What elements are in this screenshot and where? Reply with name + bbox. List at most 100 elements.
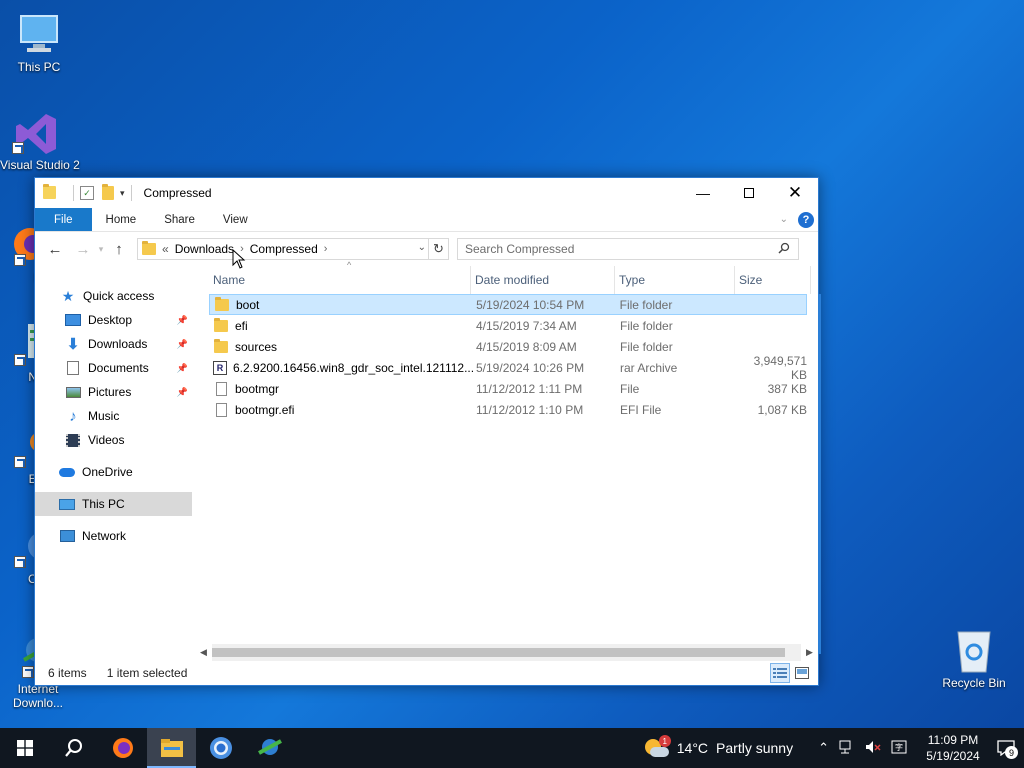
taskbar-idm[interactable]	[245, 728, 294, 768]
start-button[interactable]	[0, 728, 49, 768]
details-view-icon[interactable]	[770, 663, 790, 683]
nav-downloads[interactable]: ⬇ Downloads 📌	[35, 332, 192, 356]
pin-icon[interactable]: 📌	[177, 315, 188, 326]
breadcrumb-compressed[interactable]: Compressed	[250, 242, 318, 256]
documents-icon	[65, 361, 81, 375]
desktop-icon-label: This PC	[17, 60, 61, 74]
file-size: 3,949,571 KB	[753, 353, 807, 382]
shortcut-arrow-icon	[14, 556, 26, 568]
pictures-icon	[65, 385, 81, 399]
chrome-icon	[209, 737, 232, 759]
file-row[interactable]: R 6.2.9200.16456.win8_gdr_soc_intel.12111…	[209, 354, 818, 382]
desktop-icon-label: Recycle Bin	[942, 676, 1006, 690]
pin-icon[interactable]: 📌	[177, 363, 188, 374]
breadcrumb-downloads[interactable]: Downloads	[175, 242, 234, 256]
nav-quick-access[interactable]: ★ Quick access	[35, 284, 192, 308]
computer-icon	[59, 497, 75, 511]
notification-center-button[interactable]: 9	[988, 728, 1024, 768]
large-icons-view-icon[interactable]	[792, 663, 812, 683]
input-method-icon[interactable]: 字	[891, 740, 907, 757]
desktop-icon-label: Internet Downlo...	[12, 682, 64, 710]
nav-onedrive[interactable]: OneDrive	[35, 460, 192, 484]
file-row[interactable]: boot 5/19/2024 10:54 PM File folder	[209, 294, 807, 315]
tab-file[interactable]: File	[35, 208, 92, 231]
folder-icon	[213, 338, 229, 354]
nav-network[interactable]: Network	[35, 524, 192, 548]
new-folder-icon[interactable]	[102, 184, 114, 200]
back-button[interactable]: ←	[43, 237, 67, 261]
chevron-right-icon[interactable]: ›	[324, 243, 328, 255]
file-type: File	[620, 381, 640, 396]
help-icon[interactable]: ?	[798, 211, 814, 228]
clock[interactable]: 11:09 PM 5/19/2024	[918, 732, 988, 764]
weather-widget[interactable]: 1 14°C Partly sunny	[644, 735, 793, 759]
cloud-icon	[59, 465, 75, 479]
horizontal-scrollbar[interactable]: ◀ ▶	[195, 644, 818, 661]
column-date-modified[interactable]: Date modified	[471, 266, 615, 294]
search-icon	[64, 739, 82, 757]
column-headers: ^ Name Date modified Type Size	[209, 260, 818, 294]
file-row[interactable]: sources 4/15/2019 8:09 AM File folder	[209, 336, 818, 357]
minimize-button[interactable]: —	[680, 178, 726, 208]
close-button[interactable]: ✕	[772, 178, 818, 208]
taskbar-file-explorer[interactable]	[147, 728, 196, 768]
file-explorer-window: ✓ ▾ Compressed — ✕ File Home Share View …	[34, 177, 821, 686]
chevron-up-icon[interactable]: ⌃	[818, 740, 829, 756]
recent-locations-icon[interactable]: ▾	[95, 237, 107, 261]
file-row[interactable]: bootmgr 11/12/2012 1:11 PM File 387 KB	[209, 378, 818, 399]
nav-desktop[interactable]: Desktop 📌	[35, 308, 192, 332]
scroll-left-icon[interactable]: ◀	[195, 644, 212, 661]
firefox-icon	[112, 738, 133, 758]
volume-muted-icon[interactable]	[865, 740, 881, 757]
column-size[interactable]: Size	[735, 266, 811, 294]
file-date: 11/12/2012 1:10 PM	[476, 402, 584, 417]
desktop-icon-recycle-bin[interactable]: Recycle Bin	[936, 626, 1012, 690]
expand-ribbon-icon[interactable]: ⌄	[780, 214, 788, 225]
file-row[interactable]: bootmgr.efi 11/12/2012 1:10 PM EFI File …	[209, 399, 818, 420]
file-row[interactable]: efi 4/15/2019 7:34 AM File folder	[209, 315, 818, 336]
taskbar-chrome[interactable]	[196, 728, 245, 768]
column-type[interactable]: Type	[615, 266, 735, 294]
network-icon[interactable]	[839, 740, 855, 757]
chevron-down-icon[interactable]: ⌄	[418, 242, 426, 253]
tab-view[interactable]: View	[209, 208, 262, 231]
tab-home[interactable]: Home	[92, 208, 151, 231]
partly-sunny-icon: 1	[644, 735, 671, 759]
refresh-icon[interactable]: ↻	[428, 239, 448, 259]
pin-icon[interactable]: 📌	[177, 387, 188, 398]
maximize-button[interactable]	[726, 178, 772, 208]
window-title: Compressed	[143, 186, 212, 200]
address-overflow[interactable]: «	[162, 242, 169, 256]
taskbar-firefox[interactable]	[98, 728, 147, 768]
svg-text:字: 字	[895, 742, 903, 752]
nav-music[interactable]: ♪ Music	[35, 404, 192, 428]
nav-label: Network	[82, 529, 127, 543]
nav-documents[interactable]: Documents 📌	[35, 356, 192, 380]
column-name[interactable]: Name	[209, 266, 471, 294]
scrollbar-thumb[interactable]	[212, 648, 785, 657]
nav-this-pc[interactable]: This PC	[35, 492, 192, 516]
forward-button[interactable]: →	[71, 237, 95, 261]
shortcut-arrow-icon	[14, 354, 26, 366]
download-arrow-icon: ⬇	[66, 336, 80, 353]
properties-icon[interactable]: ✓	[80, 186, 94, 200]
address-bar[interactable]: « Downloads › Compressed › ⌄ ↻	[137, 238, 449, 260]
search-input[interactable]: Search Compressed	[457, 238, 799, 260]
idm-icon	[257, 739, 282, 755]
selection-count: 1 item selected	[106, 666, 188, 680]
up-button[interactable]: ↑	[107, 237, 131, 261]
desktop-icon-visual-studio[interactable]: Visual Studio 2	[0, 110, 80, 172]
file-list: ^ Name Date modified Type Size boot 5/19…	[192, 260, 818, 661]
tab-share[interactable]: Share	[150, 208, 209, 231]
nav-videos[interactable]: Videos	[35, 428, 192, 452]
scroll-right-icon[interactable]: ▶	[801, 644, 818, 661]
mouse-cursor-icon	[232, 249, 246, 269]
sort-arrow-icon: ^	[347, 260, 352, 270]
nav-pictures[interactable]: Pictures 📌	[35, 380, 192, 404]
file-type: rar Archive	[620, 360, 678, 375]
desktop-icon-this-pc[interactable]: This PC	[1, 12, 77, 74]
weather-temp: 14°C	[676, 740, 709, 756]
quick-access-dropdown-icon[interactable]: ▾	[120, 188, 125, 199]
pin-icon[interactable]: 📌	[177, 339, 188, 350]
search-button[interactable]	[49, 728, 98, 768]
